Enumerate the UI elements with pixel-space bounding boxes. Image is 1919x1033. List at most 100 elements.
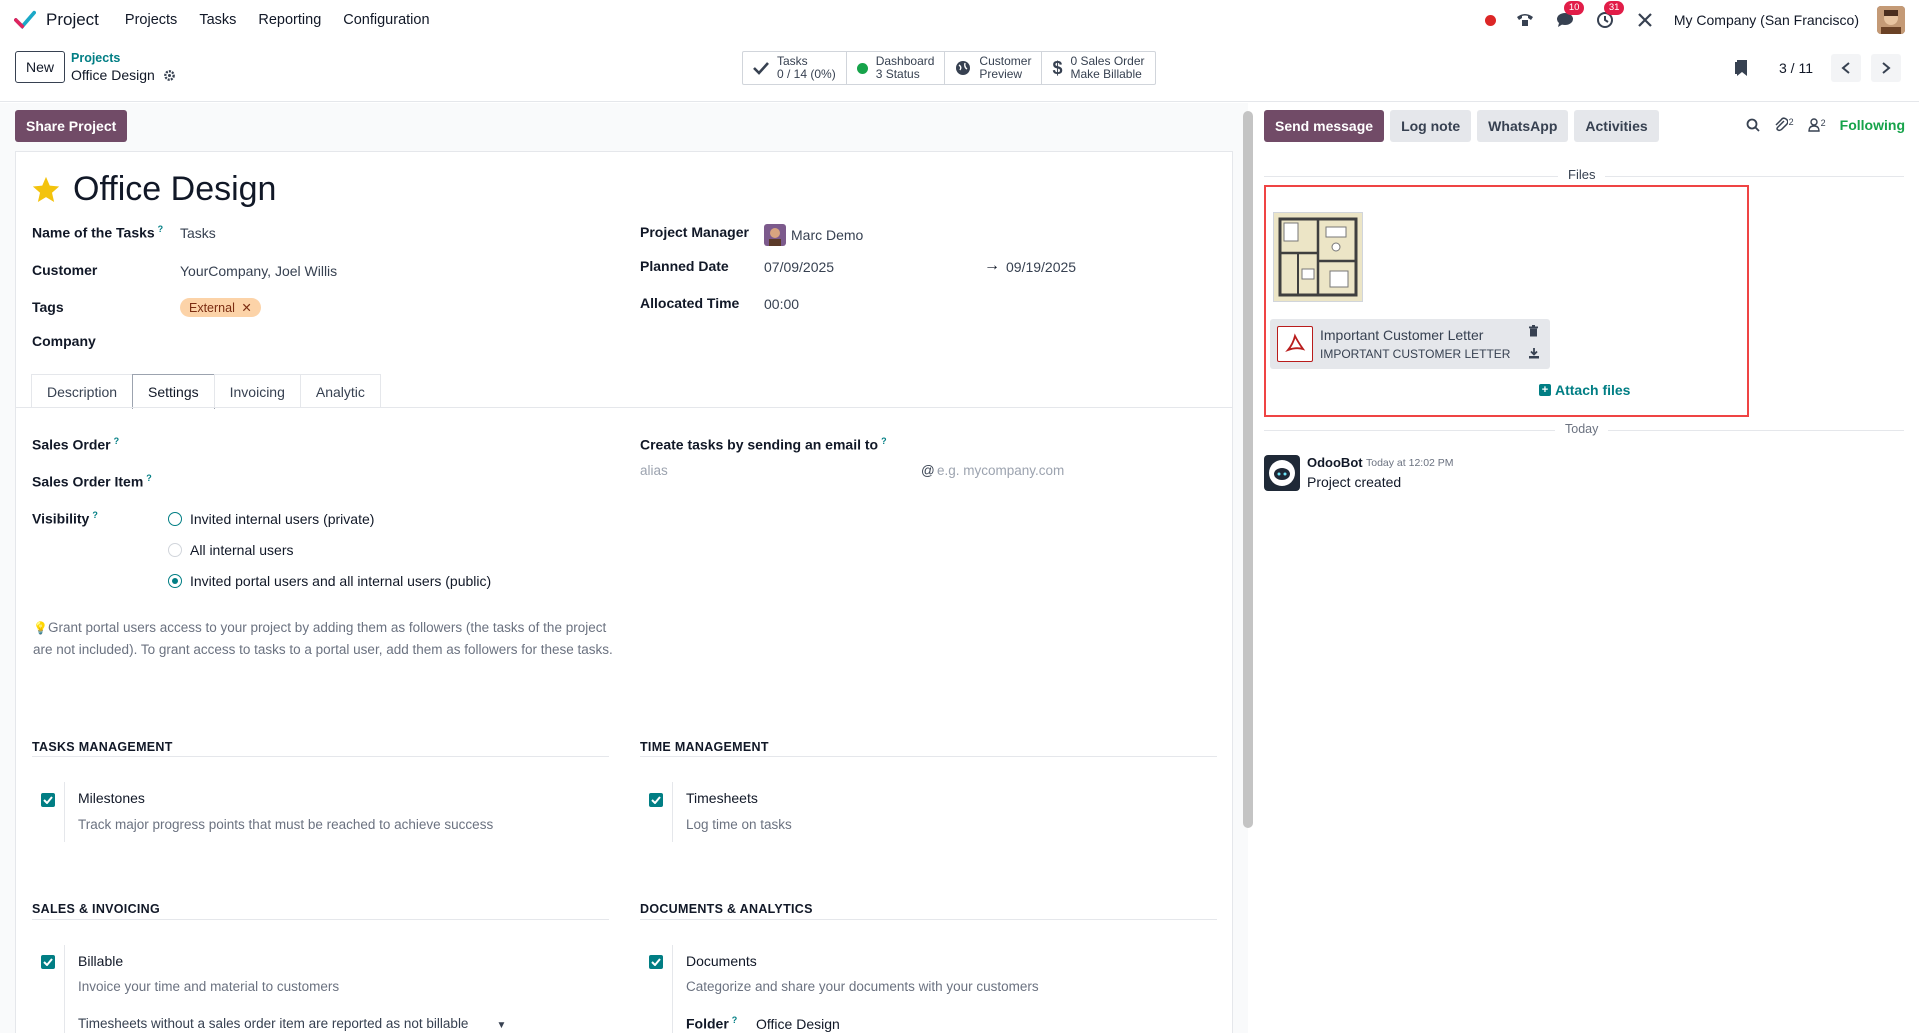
folder-field[interactable]: Office Design [756, 1016, 840, 1032]
timesheets-checkbox[interactable] [649, 793, 663, 807]
attachment-card[interactable]: Important Customer Letter IMPORTANT CUST… [1270, 319, 1550, 369]
company-switcher[interactable]: My Company (San Francisco) [1674, 12, 1859, 28]
share-project-button[interactable]: Share Project [15, 110, 128, 142]
tab-analytic[interactable]: Analytic [299, 374, 381, 408]
radio-button[interactable] [168, 543, 182, 557]
following-button[interactable]: Following [1840, 117, 1905, 133]
attach-files-button[interactable]: + Attach files [1539, 382, 1630, 398]
tools-icon[interactable] [1634, 9, 1656, 31]
chevron-left-icon [1841, 62, 1850, 74]
check-icon [753, 62, 769, 75]
option-divider [64, 782, 65, 842]
option-divider [672, 945, 673, 1033]
allocated-time-field[interactable]: 00:00 [764, 296, 799, 312]
log-note-button[interactable]: Log note [1390, 110, 1472, 142]
tasks-management-title: TASKS MANAGEMENT [32, 740, 173, 754]
form-scrollbar[interactable] [1243, 111, 1253, 828]
smart-button-sales-order[interactable]: $ 0 Sales Order Make Billable [1042, 52, 1154, 84]
documents-description: Categorize and share your documents with… [686, 979, 1039, 994]
radio-button[interactable] [168, 512, 182, 526]
documents-checkbox[interactable] [649, 955, 663, 969]
billable-type-select[interactable]: Timesheets without a sales order item ar… [78, 1016, 506, 1031]
smart-button-customer-preview[interactable]: Customer Preview [945, 52, 1043, 84]
billable-checkbox[interactable] [41, 955, 55, 969]
tag-external[interactable]: External ✕ [180, 298, 261, 317]
milestones-description: Track major progress points that must be… [78, 817, 494, 832]
activities-button[interactable]: Activities [1574, 110, 1659, 142]
activity-clock-icon[interactable]: 31 [1594, 1, 1625, 31]
message-author[interactable]: OdooBot [1307, 455, 1363, 470]
arrow-right-icon: → [984, 257, 1000, 274]
customer-field[interactable]: YourCompany, Joel Willis [180, 263, 337, 279]
help-tooltip-icon[interactable]: ? [881, 436, 887, 446]
tab-invoicing[interactable]: Invoicing [213, 374, 301, 408]
alias-input[interactable]: alias [640, 463, 668, 478]
phone-icon[interactable] [1514, 9, 1536, 31]
visibility-option-private[interactable]: Invited internal users (private) [168, 511, 374, 527]
planned-date-end[interactable]: 09/19/2025 [1006, 259, 1076, 275]
app-name[interactable]: Project [46, 10, 99, 30]
attachments-button[interactable]: 2 [1774, 117, 1794, 133]
tab-description[interactable]: Description [31, 374, 134, 408]
star-icon[interactable] [31, 175, 61, 205]
smart-tasks-value: 0 / 14 (0%) [777, 67, 836, 81]
at-sign-icon: @ [921, 463, 935, 478]
milestones-checkbox[interactable] [41, 793, 55, 807]
help-tooltip-icon[interactable]: ? [146, 473, 152, 483]
help-tooltip-icon[interactable]: ? [158, 224, 164, 234]
pager-value[interactable]: 3 / 11 [1779, 60, 1813, 76]
menu-reporting[interactable]: Reporting [258, 12, 321, 28]
visibility-option-private-label: Invited internal users (private) [190, 511, 375, 527]
sales-order-item-label: Sales Order Item? [32, 473, 152, 490]
project-app-icon[interactable] [14, 9, 36, 31]
menu-configuration[interactable]: Configuration [343, 12, 429, 28]
recording-dot-icon[interactable] [1484, 14, 1496, 26]
pager-previous-button[interactable] [1831, 54, 1861, 82]
planned-date-start[interactable]: 07/09/2025 [764, 259, 834, 275]
pager-next-button[interactable] [1871, 54, 1901, 82]
status-dot-icon [856, 62, 868, 74]
title-row: Office Design [31, 170, 276, 209]
bookmark-icon[interactable] [1735, 59, 1749, 77]
visibility-option-public[interactable]: Invited portal users and all internal us… [168, 573, 491, 589]
gear-icon[interactable] [163, 69, 176, 82]
search-icon[interactable] [1746, 118, 1760, 132]
tab-settings[interactable]: Settings [132, 374, 215, 409]
visibility-option-internal[interactable]: All internal users [168, 542, 294, 558]
help-tooltip-icon[interactable]: ? [92, 510, 98, 520]
breadcrumb-projects[interactable]: Projects [71, 51, 120, 65]
radio-button[interactable] [168, 574, 182, 588]
chevron-right-icon [1882, 62, 1891, 74]
smart-dashboard-value: 3 Status [875, 67, 920, 81]
menu-tasks[interactable]: Tasks [199, 12, 236, 28]
smart-button-dashboard[interactable]: Dashboard 3 Status [847, 52, 946, 84]
section-divider [640, 756, 1217, 757]
attachments-count: 2 [1788, 117, 1794, 127]
project-title[interactable]: Office Design [73, 170, 276, 209]
project-manager-field[interactable]: Marc Demo [764, 224, 863, 246]
visibility-option-internal-label: All internal users [190, 542, 294, 558]
section-divider [32, 919, 609, 920]
user-avatar[interactable] [1877, 6, 1905, 34]
close-icon[interactable]: ✕ [241, 301, 251, 315]
chat-icon[interactable]: 10 [1554, 1, 1585, 31]
alias-domain-input[interactable]: e.g. mycompany.com [937, 463, 1064, 478]
smart-button-tasks[interactable]: Tasks 0 / 14 (0%) [743, 52, 847, 84]
manager-avatar [764, 224, 786, 246]
help-tooltip-icon[interactable]: ? [114, 436, 120, 446]
breadcrumb-current: Office Design [71, 67, 176, 83]
new-button[interactable]: New [15, 51, 65, 83]
trash-icon[interactable] [1528, 325, 1539, 337]
floor-plan-thumbnail[interactable] [1273, 212, 1363, 302]
name-tasks-field[interactable]: Tasks [180, 225, 216, 241]
odoobot-avatar[interactable] [1264, 455, 1300, 491]
paperclip-icon [1775, 117, 1788, 132]
followers-button[interactable]: 2 [1807, 118, 1826, 132]
sales-order-item-label-text: Sales Order Item [32, 473, 144, 490]
timesheets-description: Log time on tasks [686, 817, 792, 832]
menu-projects[interactable]: Projects [125, 12, 177, 28]
download-icon[interactable] [1528, 347, 1540, 359]
whatsapp-button[interactable]: WhatsApp [1477, 110, 1569, 142]
help-tooltip-icon[interactable]: ? [732, 1015, 738, 1025]
send-message-button[interactable]: Send message [1264, 110, 1385, 142]
